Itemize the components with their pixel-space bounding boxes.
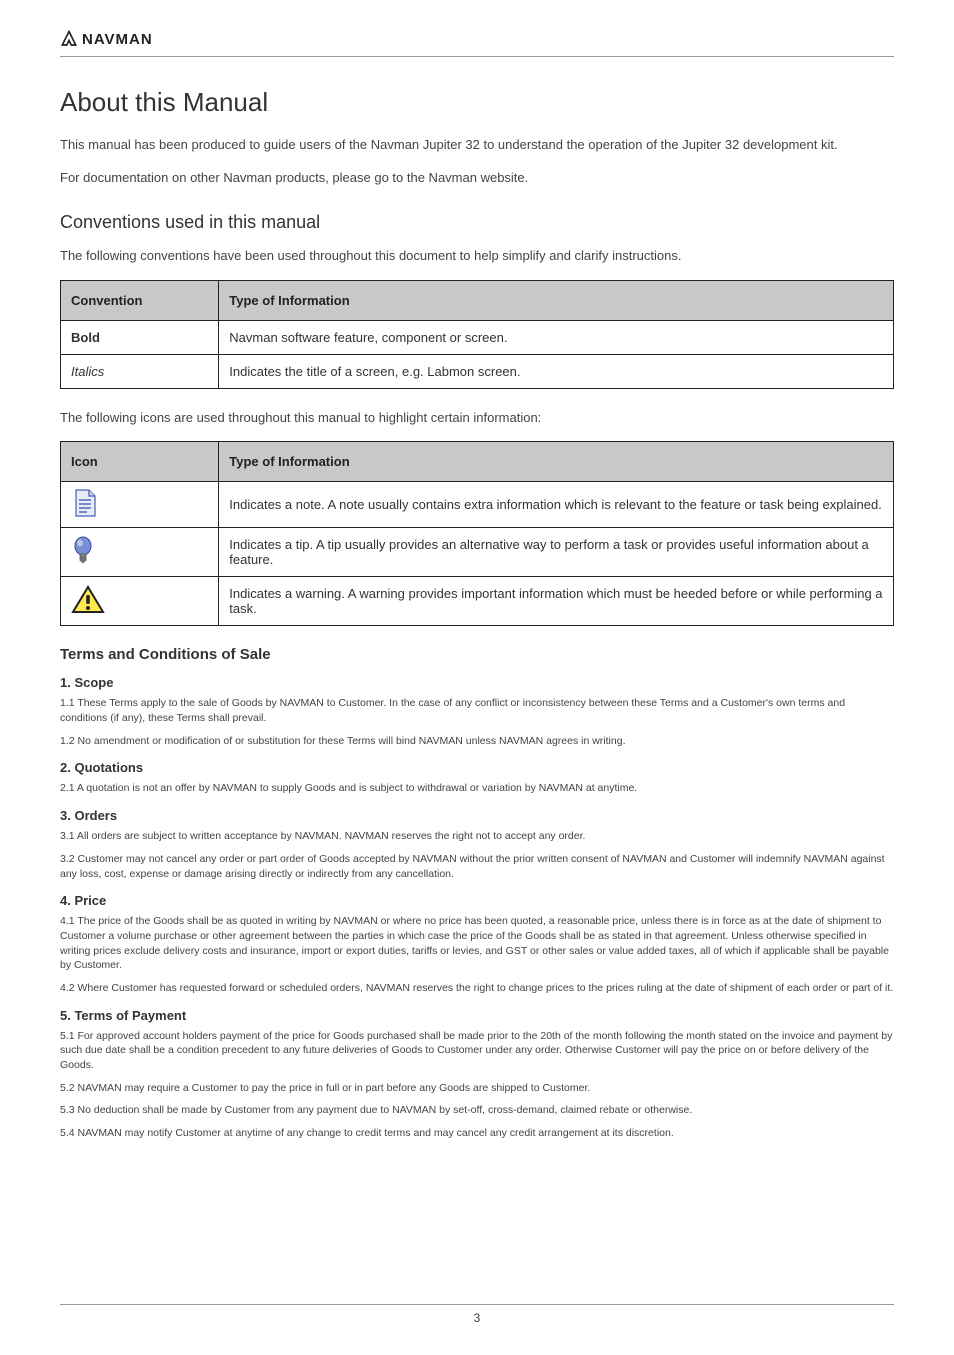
table-header: Type of Information [219, 280, 894, 320]
icon-description: Indicates a warning. A warning provides … [219, 577, 894, 626]
icons-note: The following icons are used throughout … [60, 409, 894, 428]
page-footer: 3 [60, 1304, 894, 1325]
table-row: Bold Navman software feature, component … [61, 320, 894, 354]
terms-paragraph: 5.2 NAVMAN may require a Customer to pay… [60, 1081, 894, 1096]
conventions-table: Convention Type of Information Bold Navm… [60, 280, 894, 389]
terms-paragraph: 1.2 No amendment or modification of or s… [60, 734, 894, 749]
terms-paragraph: 5.1 For approved account holders payment… [60, 1029, 894, 1073]
terms-section-heading: 4. Price [60, 893, 894, 908]
terms-paragraph: 3.2 Customer may not cancel any order or… [60, 852, 894, 881]
navman-logo-icon [60, 30, 78, 48]
conventions-note: The following conventions have been used… [60, 247, 894, 266]
brand-name: NAVMAN [82, 31, 153, 48]
table-row: Indicates a tip. A tip usually provides … [61, 528, 894, 577]
terms-paragraph: 2.1 A quotation is not an offer by NAVMA… [60, 781, 894, 796]
table-row: Indicates a note. A note usually contain… [61, 482, 894, 528]
table-header: Convention [61, 280, 219, 320]
table-header: Icon [61, 442, 219, 482]
terms-paragraph: 5.4 NAVMAN may notify Customer at anytim… [60, 1126, 894, 1141]
terms-paragraph: 1.1 These Terms apply to the sale of Goo… [60, 696, 894, 725]
intro-paragraph-2: For documentation on other Navman produc… [60, 169, 894, 188]
page-number: 3 [474, 1311, 481, 1325]
intro-paragraph-1: This manual has been produced to guide u… [60, 136, 894, 155]
lightbulb-icon [71, 535, 95, 567]
convention-description: Indicates the title of a screen, e.g. La… [219, 354, 894, 388]
conventions-title: Conventions used in this manual [60, 212, 894, 233]
convention-label: Bold [61, 320, 219, 354]
table-row: Indicates a warning. A warning provides … [61, 577, 894, 626]
terms-paragraph: 5.3 No deduction shall be made by Custom… [60, 1103, 894, 1118]
convention-label: Italics [61, 354, 219, 388]
table-row: Icon Type of Information [61, 442, 894, 482]
terms-section-heading: 2. Quotations [60, 760, 894, 775]
warning-icon [71, 585, 105, 615]
brand-logo: NAVMAN [60, 30, 153, 48]
note-icon-cell [61, 482, 219, 528]
terms-paragraph: 3.1 All orders are subject to written ac… [60, 829, 894, 844]
icon-description: Indicates a note. A note usually contain… [219, 482, 894, 528]
terms-section-heading: 1. Scope [60, 675, 894, 690]
tip-icon-cell [61, 528, 219, 577]
note-icon [71, 488, 99, 518]
terms-paragraph: 4.2 Where Customer has requested forward… [60, 981, 894, 996]
terms-title: Terms and Conditions of Sale [60, 646, 894, 663]
table-row: Convention Type of Information [61, 280, 894, 320]
page-header: NAVMAN [60, 30, 894, 57]
convention-description: Navman software feature, component or sc… [219, 320, 894, 354]
table-row: Italics Indicates the title of a screen,… [61, 354, 894, 388]
warning-icon-cell [61, 577, 219, 626]
icons-table: Icon Type of Information Indicates a not… [60, 441, 894, 626]
table-header: Type of Information [219, 442, 894, 482]
page-title: About this Manual [60, 87, 894, 118]
terms-section-heading: 5. Terms of Payment [60, 1008, 894, 1023]
terms-section-heading: 3. Orders [60, 808, 894, 823]
terms-paragraph: 4.1 The price of the Goods shall be as q… [60, 914, 894, 973]
icon-description: Indicates a tip. A tip usually provides … [219, 528, 894, 577]
